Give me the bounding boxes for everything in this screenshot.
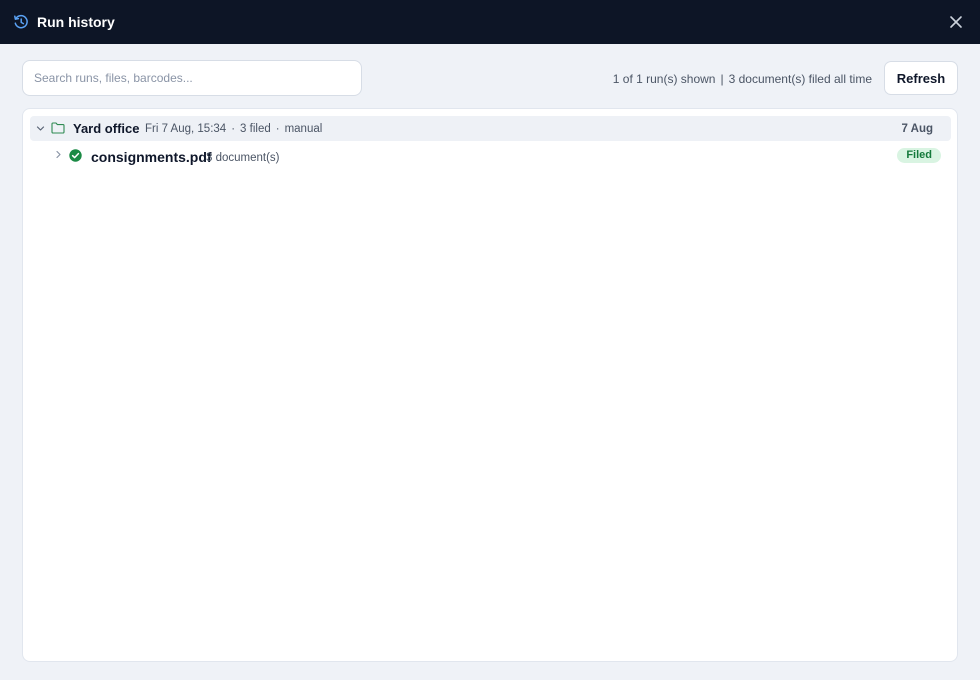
run-list-panel: Yard office Fri 7 Aug, 15:34 · 3 filed · man… [22,108,958,662]
group-filed-count: 3 filed [240,123,271,135]
group-name: Yard office [73,121,140,136]
check-circle-icon [69,149,82,162]
meta-dot: · [275,123,280,135]
runs-shown-text: 1 of 1 run(s) shown [612,72,716,86]
docs-filed-text: 3 document(s) filed all time [728,72,872,86]
summary-separator: | [720,72,724,86]
file-document-count: 3 document(s) [206,152,280,164]
search-input[interactable] [23,61,361,95]
meta-dot: · [231,123,236,135]
history-icon [14,14,28,29]
group-date: 7 Aug [901,123,933,135]
chevron-down-icon[interactable] [36,124,45,133]
folder-icon [51,122,65,134]
group-meta: Fri 7 Aug, 15:34 · 3 filed · manual [145,123,322,136]
run-group-row[interactable]: Yard office Fri 7 Aug, 15:34 · 3 filed · man… [30,116,951,141]
group-datetime: Fri 7 Aug, 15:34 [145,123,227,135]
search-box [22,60,362,96]
status-badge: Filed [897,148,941,163]
chevron-right-icon[interactable] [54,150,63,159]
file-row[interactable]: consignments.pdf 3 document(s) Filed [30,144,951,169]
run-summary: 1 of 1 run(s) shown | 3 document(s) filed … [613,72,872,86]
file-name: consignments.pdf [91,149,212,165]
group-mode: manual [284,123,323,135]
window-title: Run history [37,14,115,30]
refresh-button[interactable]: Refresh [884,61,958,95]
close-icon[interactable] [947,13,965,31]
title-bar: Run history [0,0,980,44]
